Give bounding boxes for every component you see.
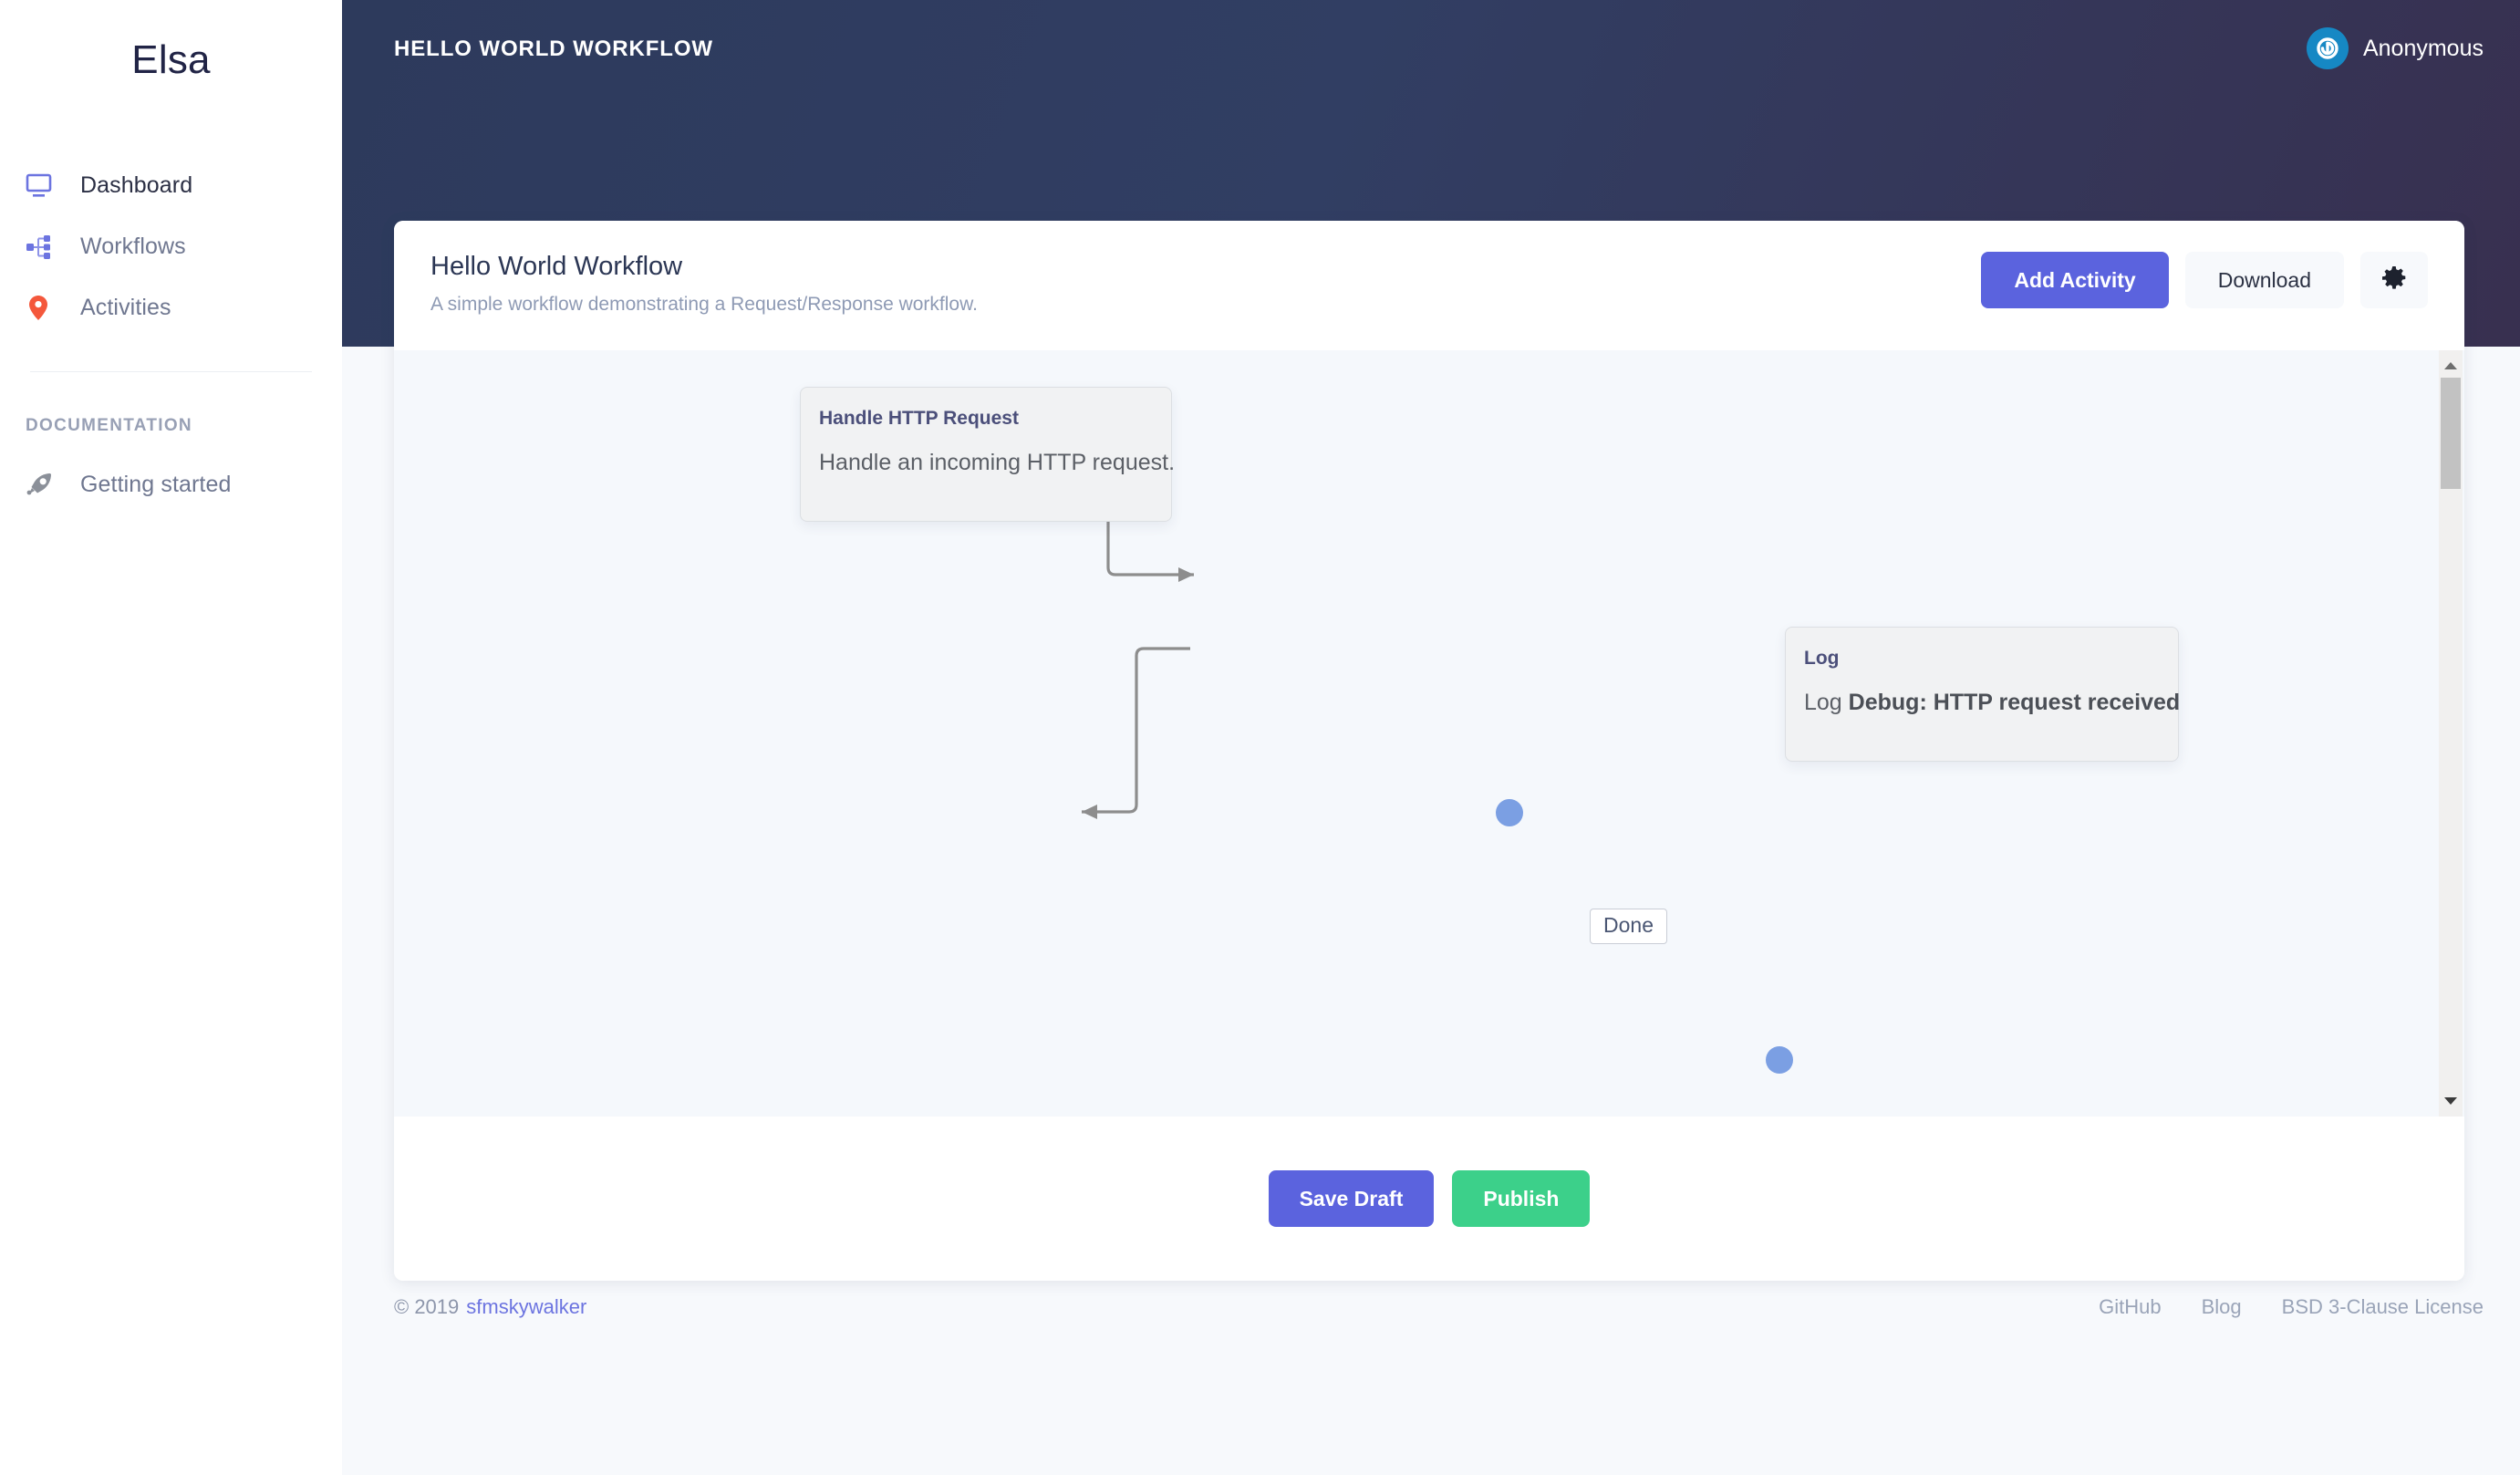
workflow-card: Hello World Workflow A simple workflow d… — [394, 221, 2464, 1281]
copyright-author[interactable]: sfmskywalker — [466, 1295, 586, 1318]
save-draft-button[interactable]: Save Draft — [1268, 1170, 1435, 1227]
activity-node-body-value: Debug: HTTP request received — [1848, 690, 2181, 715]
activity-node-body-prefix: Log — [1804, 690, 1849, 715]
copyright: © 2019 sfmskywalker — [394, 1295, 586, 1319]
activity-node[interactable]: Log Log Debug: HTTP request received — [1785, 627, 2180, 762]
card-header: Hello World Workflow A simple workflow d… — [394, 221, 2464, 350]
brand[interactable]: Elsa — [0, 0, 342, 108]
footer-link-license[interactable]: BSD 3-Clause License — [2282, 1295, 2484, 1319]
sidebar-item-label: Getting started — [80, 472, 232, 497]
gear-icon — [2382, 266, 2406, 294]
page-title: HELLO WORLD WORKFLOW — [394, 36, 713, 61]
user-menu[interactable]: Anonymous — [2306, 27, 2484, 69]
activity-node-body: Log Debug: HTTP request received — [1804, 690, 2180, 716]
activity-outcome-dot[interactable] — [1766, 1046, 1793, 1074]
footer-link-github[interactable]: GitHub — [2099, 1295, 2161, 1319]
sidebar-item-dashboard[interactable]: Dashboard — [0, 155, 342, 216]
copyright-year: © 2019 — [394, 1295, 460, 1318]
activity-node[interactable]: Handle HTTP Request Handle an incoming H… — [800, 387, 1176, 522]
main-area: HELLO WORLD WORKFLOW Anonymous Hello Wor… — [342, 0, 2520, 1475]
sidebar-item-activities[interactable]: Activities — [0, 277, 342, 338]
brand-name: Elsa — [131, 37, 211, 82]
scroll-down-button[interactable] — [2439, 1089, 2463, 1113]
sidebar-section-title: DOCUMENTATION — [26, 416, 192, 435]
sidebar-item-getting-started[interactable]: Getting started — [0, 454, 342, 515]
footer-link-blog[interactable]: Blog — [2202, 1295, 2242, 1319]
settings-button[interactable] — [2360, 252, 2428, 308]
canvas-vertical-scrollbar[interactable] — [2439, 350, 2463, 1117]
map-pin-icon — [26, 295, 66, 322]
activity-node-title: Log — [1804, 648, 1840, 669]
publish-button[interactable]: Publish — [1452, 1170, 1591, 1227]
rocket-icon — [26, 472, 66, 499]
monitor-icon — [26, 173, 66, 199]
scrollbar-thumb[interactable] — [2441, 378, 2461, 489]
card-actions: Add Activity Download — [1981, 252, 2428, 308]
page-footer: © 2019 sfmskywalker GitHub Blog BSD 3-Cla… — [394, 1295, 2484, 1319]
sidebar-item-label: Workflows — [80, 234, 186, 259]
gravatar-icon — [2306, 27, 2349, 69]
sidebar-item-label: Dashboard — [80, 172, 193, 198]
workflow-designer-canvas[interactable]: Handle HTTP Request Handle an incoming H… — [394, 350, 2464, 1117]
designer-surface: Handle HTTP Request Handle an incoming H… — [394, 350, 2464, 1117]
app-root: Elsa Dashboard Workflows Activities DOCU… — [0, 0, 2520, 1475]
activity-node-body: Handle an incoming HTTP request. — [819, 450, 1176, 475]
add-activity-button[interactable]: Add Activity — [1981, 252, 2169, 308]
download-button[interactable]: Download — [2184, 252, 2344, 308]
scroll-up-button[interactable] — [2439, 354, 2463, 378]
card-footer-actions: Save Draft Publish — [394, 1117, 2464, 1281]
activity-node-title: Handle HTTP Request — [819, 408, 1019, 429]
connection-label: Done — [1590, 909, 1667, 944]
footer-links: GitHub Blog BSD 3-Clause License — [2099, 1295, 2484, 1319]
activity-outcome-dot[interactable] — [1496, 799, 1523, 826]
sidebar-nav: Dashboard Workflows Activities DOCUMENTA… — [0, 155, 342, 515]
sidebar-item-workflows[interactable]: Workflows — [0, 216, 342, 277]
sidebar-divider — [30, 371, 312, 372]
user-name: Anonymous — [2362, 35, 2484, 61]
sidebar: Elsa Dashboard Workflows Activities DOCU… — [0, 0, 342, 1475]
sitemap-icon — [26, 234, 66, 260]
sidebar-item-label: Activities — [80, 295, 171, 320]
